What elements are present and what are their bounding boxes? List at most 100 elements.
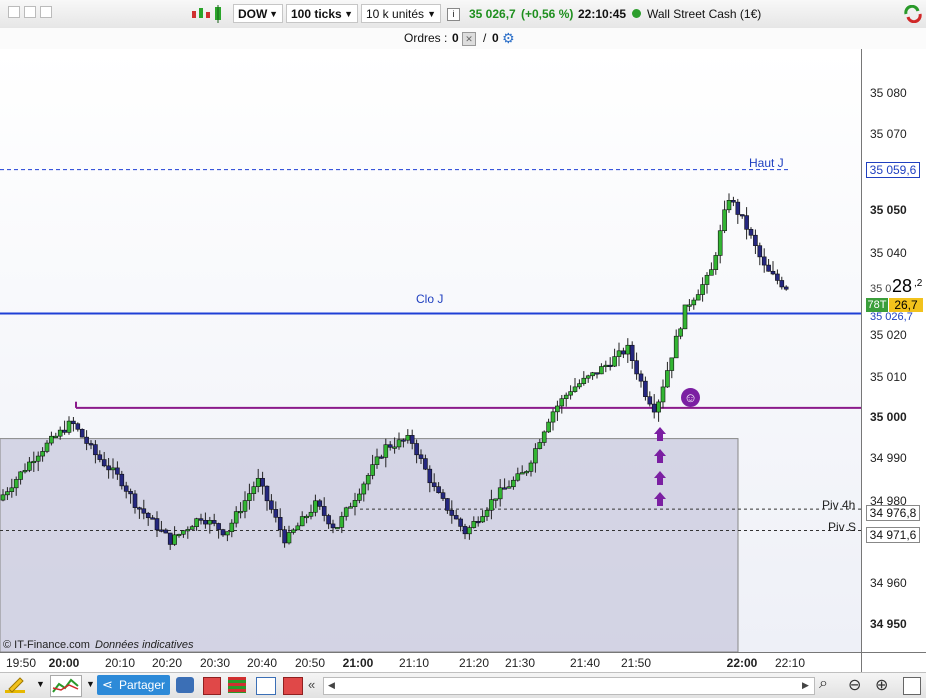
- candle-body: [379, 456, 384, 459]
- current-price-box: 35 0 28 ,2 78T 26,7 35 026,7: [866, 275, 924, 323]
- range-box: [0, 438, 739, 652]
- window-restore-icon[interactable]: [24, 6, 36, 18]
- orders-count-a: 0: [452, 31, 459, 45]
- candle-body: [31, 460, 37, 464]
- candle-body: [392, 446, 397, 449]
- piv-4h-label: Piv 4h: [822, 498, 856, 512]
- time-tick-label: 20:20: [151, 656, 183, 670]
- chart-window-icon[interactable]: [256, 677, 276, 695]
- candle-body: [396, 439, 402, 448]
- candle-body: [66, 420, 72, 433]
- candle-body: [748, 229, 754, 236]
- piv-s-label: Piv S: [828, 520, 857, 534]
- piv-4h-value-box: 34 976,8: [866, 505, 920, 521]
- candle-body: [423, 458, 428, 470]
- zoom-in-icon[interactable]: ⊕: [875, 675, 888, 695]
- alert-icon[interactable]: [283, 677, 303, 695]
- refresh-icon[interactable]: [903, 4, 923, 24]
- candle-body: [321, 506, 327, 516]
- time-tick-label: 20:30: [199, 656, 231, 670]
- candle-body: [35, 455, 41, 462]
- size-label: 10 k unités: [366, 7, 425, 21]
- candle-body: [770, 270, 776, 275]
- candle-body: [352, 500, 358, 507]
- chat-icon[interactable]: [176, 677, 194, 693]
- last-price: 35 026,7: [469, 7, 516, 21]
- zoom-fit-icon[interactable]: ⌕: [819, 675, 828, 693]
- gear-icon[interactable]: ⚙: [502, 30, 515, 47]
- candle-body: [57, 429, 63, 437]
- candlestick-chart-icon[interactable]: [190, 5, 230, 23]
- candle-body: [489, 499, 494, 511]
- time-axis[interactable]: 19:50 20:00 20:10 20:20 20:30 20:40 20:50 21:00…: [0, 652, 861, 673]
- instrument-selector[interactable]: DOW ▼: [233, 4, 283, 23]
- candle-body: [471, 521, 477, 528]
- candle-body: [238, 511, 243, 514]
- window-maximize-icon[interactable]: [40, 6, 52, 18]
- time-tick-label: 21:30: [504, 656, 536, 670]
- chevron-down-icon: ▼: [269, 9, 278, 19]
- fullscreen-icon[interactable]: [903, 677, 921, 695]
- candle-body: [189, 526, 195, 530]
- candle-body: [449, 510, 455, 516]
- time-tick-label: 20:50: [294, 656, 326, 670]
- orders-list-icon[interactable]: [228, 677, 246, 693]
- candle-body: [84, 436, 89, 444]
- candle-body: [735, 201, 741, 215]
- current-price-sup: ,2: [914, 278, 923, 289]
- candle-body: [62, 429, 67, 433]
- candle-body: [700, 284, 705, 295]
- scroll-left-fast-icon[interactable]: «: [308, 677, 315, 692]
- window-minimize-icon[interactable]: [8, 6, 20, 18]
- candle-body: [497, 487, 503, 500]
- candle-body: [585, 375, 591, 379]
- candle-body: [282, 529, 287, 544]
- candle-body: [163, 529, 169, 534]
- candle-body: [691, 299, 697, 306]
- orders-separator: /: [483, 31, 487, 45]
- horizontal-scrollbar[interactable]: ◀ ▶: [323, 677, 815, 695]
- candle-body: [220, 529, 226, 536]
- info-icon[interactable]: i: [447, 8, 460, 21]
- candle-body: [726, 200, 732, 211]
- candle-body: [665, 370, 670, 388]
- indicator-chart-icon[interactable]: [50, 675, 82, 697]
- candle-body: [458, 518, 463, 527]
- candle-body: [225, 531, 230, 536]
- orders-label: Ordres :: [404, 31, 448, 45]
- zoom-out-icon[interactable]: ⊖: [848, 675, 861, 695]
- candle-body: [18, 471, 23, 480]
- candle-body: [599, 366, 604, 375]
- chevron-down-icon[interactable]: ▼: [86, 679, 95, 689]
- cancel-orders-icon[interactable]: ✕: [462, 32, 476, 46]
- candle-body: [75, 423, 81, 430]
- candle-body: [110, 467, 116, 471]
- instrument-label: DOW: [238, 7, 268, 21]
- candle-body: [9, 487, 15, 492]
- chart-plot-area[interactable]: Haut J Clo J Piv 4h Piv S ☺ © IT-Finance…: [0, 49, 861, 652]
- scroll-right-icon[interactable]: ▶: [802, 680, 809, 691]
- piv-4h-value: 34 976,8: [869, 506, 917, 520]
- candle-body: [533, 448, 538, 464]
- period-selector[interactable]: 100 ticks ▼: [286, 4, 358, 23]
- chevron-down-icon[interactable]: ▼: [36, 679, 45, 689]
- candle-body: [132, 493, 138, 508]
- scroll-left-icon[interactable]: ◀: [328, 680, 335, 691]
- candle-body: [348, 506, 353, 509]
- candle-body: [555, 405, 560, 413]
- order-form-icon[interactable]: [203, 677, 221, 695]
- candle-body: [101, 459, 107, 467]
- price-axis[interactable]: 35 080 35 070 35 050 35 040 35 020 35 010 35 0…: [861, 49, 926, 652]
- time-tick-label: 21:10: [398, 656, 430, 670]
- size-selector[interactable]: 10 k unités ▼: [361, 4, 441, 23]
- haut-j-value-box: 35 059,6: [866, 162, 920, 178]
- share-button[interactable]: ⋖ Partager: [97, 675, 170, 695]
- candle-body: [467, 527, 472, 535]
- price-tick-label: 34 960: [870, 576, 907, 590]
- candle-body: [44, 442, 50, 452]
- haut-j-label: Haut J: [749, 156, 784, 170]
- pencil-icon[interactable]: [4, 676, 26, 694]
- candle-body: [374, 456, 380, 465]
- candle-body: [207, 520, 213, 525]
- candle-body: [783, 286, 789, 290]
